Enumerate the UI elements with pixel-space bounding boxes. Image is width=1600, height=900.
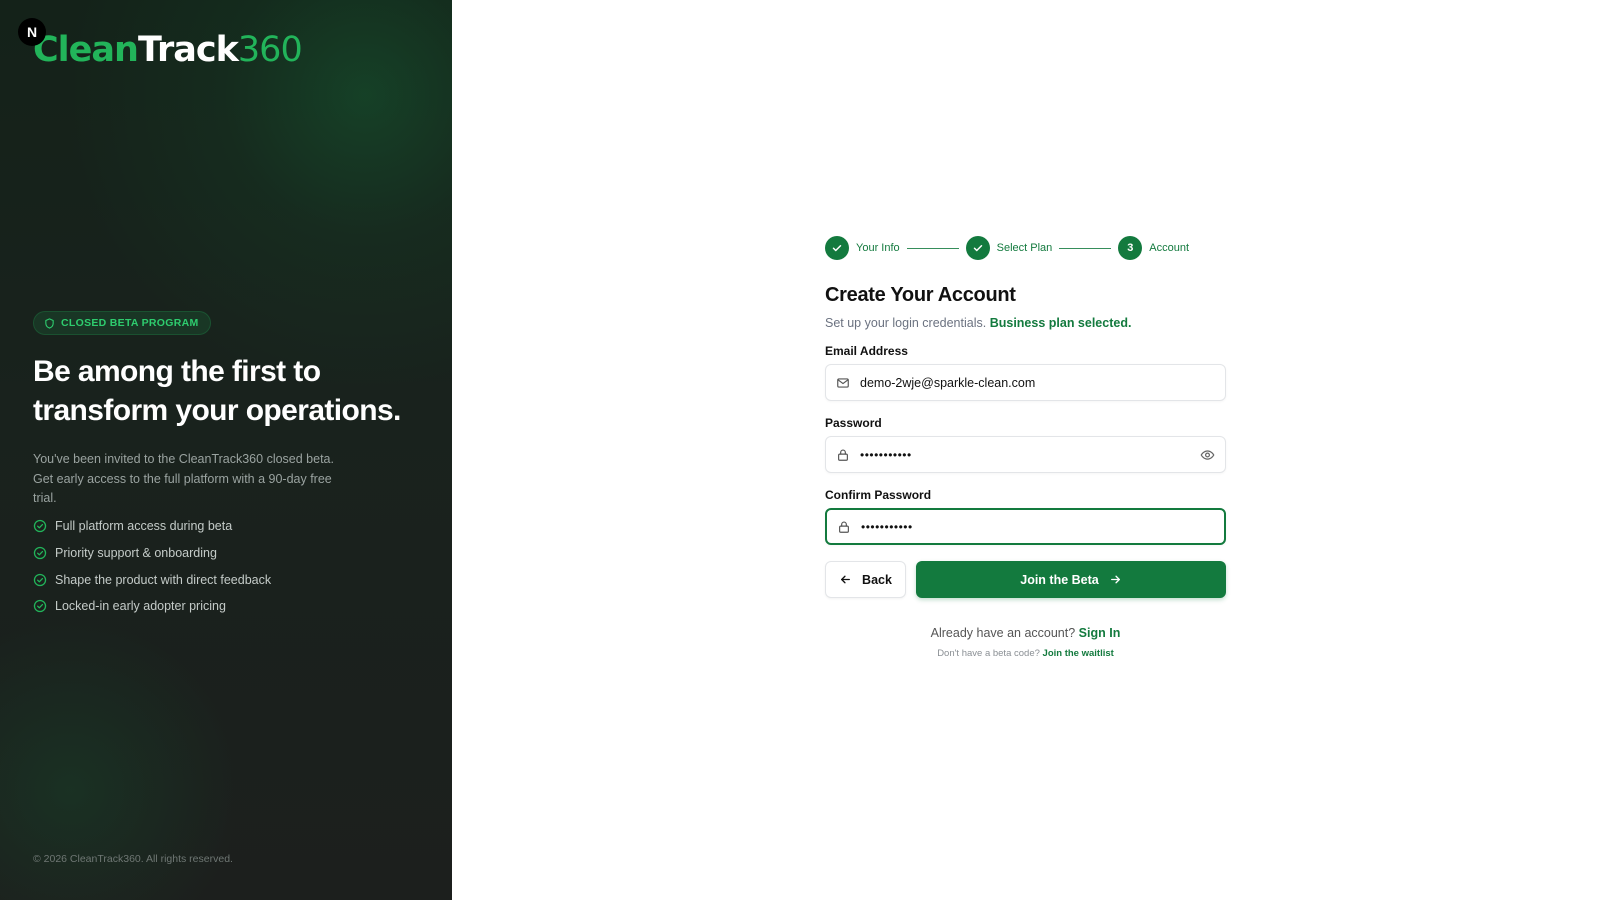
confirm-password-field[interactable]	[827, 510, 1224, 543]
check-circle-icon	[33, 599, 47, 613]
signin-prompt: Already have an account?	[930, 626, 1076, 640]
email-field[interactable]	[826, 365, 1225, 400]
step-2-label: Select Plan	[996, 242, 1053, 254]
signin-row: Already have an account? Sign In	[825, 625, 1226, 641]
feature-label: Full platform access during beta	[55, 519, 233, 534]
password-label: Password	[825, 416, 882, 430]
shield-icon	[44, 317, 55, 329]
subtitle-text: Set up your login credentials.	[825, 316, 987, 330]
eye-icon[interactable]	[1200, 447, 1215, 462]
step-connector	[1059, 247, 1112, 249]
back-button[interactable]: Back	[825, 561, 906, 598]
password-field-wrapper	[825, 436, 1226, 473]
button-row: Back Join the Beta	[825, 561, 1226, 598]
password-field[interactable]	[826, 437, 1225, 472]
check-circle-icon	[33, 573, 47, 587]
step-1-check-icon	[825, 236, 849, 260]
check-circle-icon	[33, 546, 47, 560]
form-title: Create Your Account	[825, 284, 1016, 306]
waitlist-row: Don't have a beta code? Join the waitlis…	[825, 647, 1226, 660]
feature-label: Priority support & onboarding	[55, 546, 217, 561]
step-3-label: Account	[1149, 242, 1190, 254]
form-subtitle: Set up your login credentials. Business …	[825, 314, 1226, 332]
logo-360: 360	[237, 30, 303, 70]
stepper: Your Info Select Plan 3 Account	[825, 236, 1226, 260]
signup-form: Your Info Select Plan 3 Account Create Y…	[825, 236, 1226, 660]
confirm-password-label: Confirm Password	[825, 488, 932, 502]
logo-clean: Clean	[33, 30, 139, 70]
email-field-wrapper	[825, 364, 1226, 401]
feature-item: Locked-in early adopter pricing	[33, 593, 271, 620]
confirm-password-field-wrapper	[825, 508, 1226, 545]
step-2-check-icon	[965, 236, 990, 260]
email-label: Email Address	[825, 344, 908, 358]
closed-beta-label: CLOSED BETA PROGRAM	[61, 317, 199, 329]
feature-item: Full platform access during beta	[33, 513, 271, 540]
join-waitlist-link[interactable]: Join the waitlist	[1043, 648, 1114, 659]
step-1-label: Your Info	[856, 242, 900, 254]
feature-label: Shape the product with direct feedback	[55, 572, 272, 587]
feature-list: Full platform access during beta Priorit…	[33, 513, 271, 620]
copyright: © 2026 CleanTrack360. All rights reserve…	[33, 853, 233, 865]
feature-label: Locked-in early adopter pricing	[55, 599, 226, 614]
lock-icon	[837, 520, 851, 534]
feature-item: Priority support & onboarding	[33, 540, 271, 567]
hero-description: You've been invited to the CleanTrack360…	[33, 452, 334, 505]
join-beta-label: Join the Beta	[1020, 572, 1099, 587]
cleantrack360-logo: CleanTrack360	[33, 28, 303, 72]
plan-note: Business plan selected.	[989, 316, 1132, 330]
waitlist-prompt: Don't have a beta code?	[937, 648, 1040, 659]
left-panel: N CleanTrack360 CLOSED BETA PROGRAM Be a…	[0, 0, 452, 900]
check-circle-icon	[33, 519, 47, 533]
closed-beta-badge: CLOSED BETA PROGRAM	[33, 311, 211, 335]
n-badge-icon[interactable]: N	[18, 18, 46, 46]
step-connector	[906, 247, 959, 249]
n-badge-letter: N	[26, 24, 38, 40]
mail-icon	[836, 376, 850, 390]
join-beta-button[interactable]: Join the Beta	[916, 561, 1226, 598]
sign-in-link[interactable]: Sign In	[1079, 626, 1121, 640]
back-label: Back	[862, 572, 892, 587]
feature-item: Shape the product with direct feedback	[33, 566, 271, 593]
step-3-number: 3	[1118, 236, 1143, 260]
arrow-left-icon	[839, 573, 852, 586]
arrow-right-icon	[1109, 573, 1122, 586]
logo-track: Track	[137, 30, 239, 70]
lock-icon	[836, 448, 850, 462]
hero-title: Be among the first to transform your ope…	[33, 355, 401, 427]
